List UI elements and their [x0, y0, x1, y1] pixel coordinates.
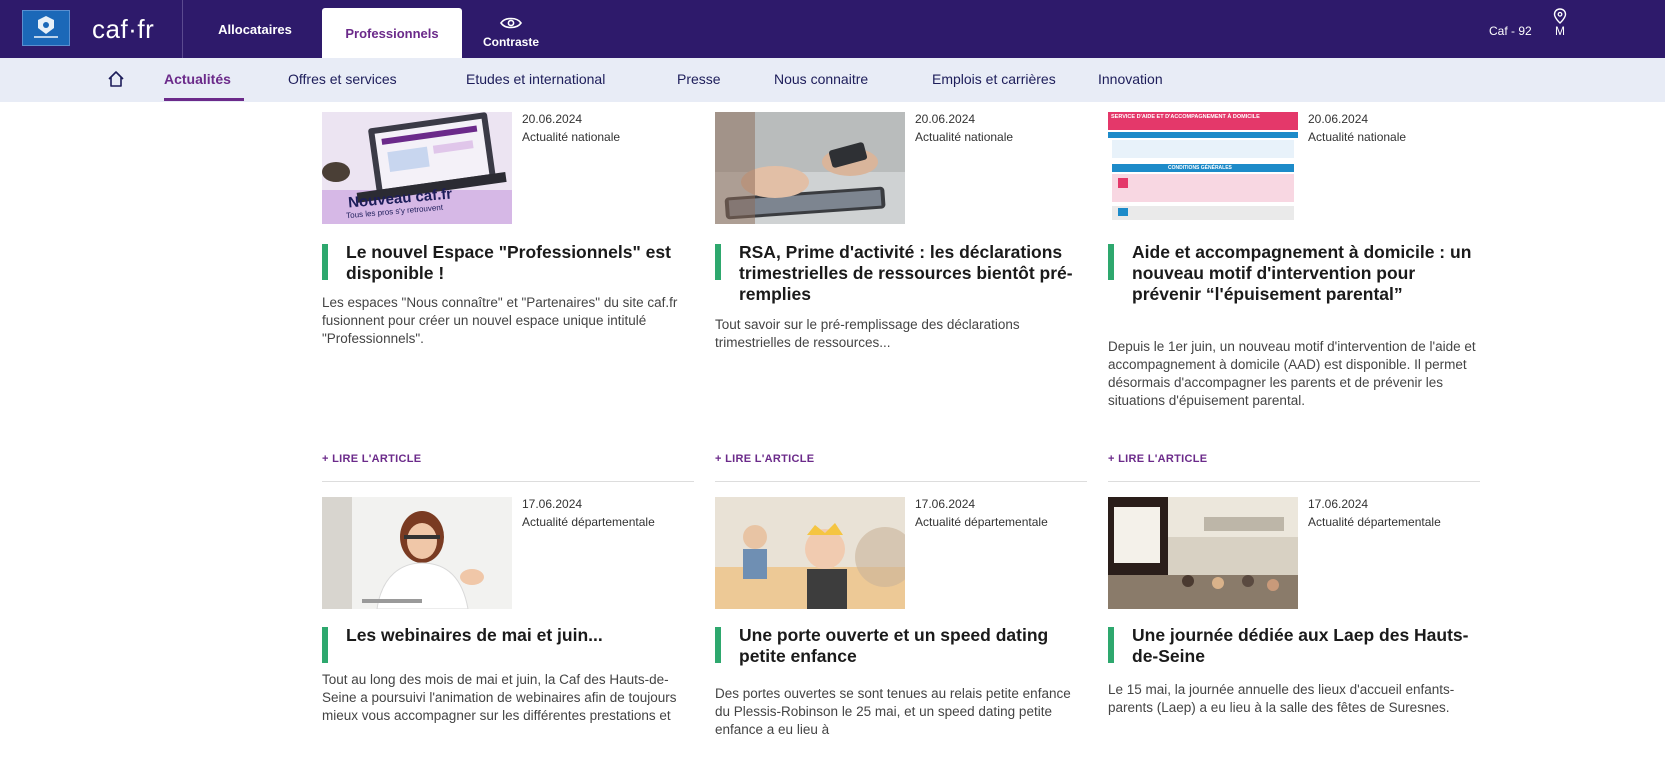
infographic-subtitle: CONDITIONS GÉNÉRALES [1168, 165, 1232, 171]
read-article-link[interactable]: + LIRE L'ARTICLE [1108, 453, 1207, 465]
article-card: SERVICE D'AIDE ET D'ACCOMPAGNEMENT À DOM… [1108, 112, 1480, 472]
article-category: Actualité départementale [522, 515, 655, 529]
nav-offres-services[interactable]: Offres et services [288, 71, 397, 87]
location-pin-icon [1553, 8, 1567, 24]
nav-presse[interactable]: Presse [677, 71, 721, 87]
article-date: 20.06.2024 [1308, 112, 1369, 126]
eye-icon [500, 17, 522, 28]
article-category: Actualité départementale [1308, 515, 1441, 529]
article-title[interactable]: Aide et accompagnement à domicile : un n… [1108, 242, 1480, 305]
tab-professionnels[interactable]: Professionnels [322, 8, 462, 58]
article-description: Le 15 mai, la journée annuelle des lieux… [1108, 682, 1455, 715]
article-card: 17.06.2024 Actualité départementale Une … [1108, 497, 1480, 781]
article-title[interactable]: Les webinaires de mai et juin... [322, 625, 694, 663]
article-card: Nouveau caf.fr Tous les pros s'y retrouv… [322, 112, 694, 472]
article-card: 20.06.2024 Actualité nationale RSA, Prim… [715, 112, 1087, 472]
article-category: Actualité nationale [522, 130, 621, 144]
article-date: 17.06.2024 [522, 497, 583, 511]
row-separator [1108, 481, 1480, 482]
read-article-link[interactable]: + LIRE L'ARTICLE [322, 453, 421, 465]
republique-francaise-logo[interactable] [22, 10, 70, 46]
article-description: Tout au long des mois de mai et juin, la… [322, 672, 677, 723]
woman-headset-image [322, 497, 512, 609]
article-date: 20.06.2024 [522, 112, 583, 126]
menu-label-truncated[interactable]: M [1555, 24, 1565, 38]
article-title[interactable]: Une journée dédiée aux Laep des Hauts-de… [1108, 625, 1480, 667]
event-hall-image [1108, 497, 1298, 609]
article-thumbnail[interactable] [715, 497, 905, 609]
contrast-button[interactable]: Contraste [466, 8, 556, 56]
article-card: 17.06.2024 Actualité départementale Les … [322, 497, 694, 781]
article-date: 17.06.2024 [1308, 497, 1369, 511]
article-title[interactable]: RSA, Prime d'activité : les déclarations… [715, 242, 1087, 305]
row-separator [715, 481, 1087, 482]
logo-emblem-icon [28, 14, 64, 42]
caf-location-label: Caf - 92 [1489, 24, 1532, 38]
hands-phone-tablet-image [715, 112, 905, 224]
article-thumbnail[interactable]: Nouveau caf.fr Tous les pros s'y retrouv… [322, 112, 512, 224]
article-category: Actualité départementale [915, 515, 1048, 529]
article-description: Depuis le 1er juin, un nouveau motif d'i… [1108, 339, 1476, 408]
children-playing-image [715, 497, 905, 609]
article-description: Des portes ouvertes se sont tenues au re… [715, 686, 1071, 737]
infographic-title: SERVICE D'AIDE ET D'ACCOMPAGNEMENT À DOM… [1111, 114, 1260, 120]
article-date: 17.06.2024 [915, 497, 976, 511]
article-thumbnail[interactable]: SERVICE D'AIDE ET D'ACCOMPAGNEMENT À DOM… [1108, 112, 1298, 224]
contrast-label: Contraste [482, 34, 539, 49]
article-card: 17.06.2024 Actualité départementale Une … [715, 497, 1087, 781]
article-description: Tout savoir sur le pré-remplissage des d… [715, 317, 1020, 350]
article-thumbnail[interactable] [715, 112, 905, 224]
article-date: 20.06.2024 [915, 112, 976, 126]
article-thumbnail[interactable] [1108, 497, 1298, 609]
article-category: Actualité nationale [1308, 130, 1407, 144]
read-article-link[interactable]: + LIRE L'ARTICLE [715, 453, 814, 465]
nav-emplois-carrieres[interactable]: Emplois et carrières [932, 71, 1056, 87]
article-category: Actualité nationale [915, 130, 1014, 144]
tab-allocataires[interactable]: Allocataires [196, 0, 314, 58]
nav-actualites[interactable]: Actualités [164, 71, 231, 87]
article-title[interactable]: Le nouvel Espace "Professionnels" est di… [322, 242, 694, 284]
row-separator [322, 481, 694, 482]
article-thumbnail[interactable] [322, 497, 512, 609]
article-title[interactable]: Une porte ouverte et un speed dating pet… [715, 625, 1087, 667]
home-icon[interactable] [107, 70, 125, 88]
site-name[interactable]: caf·fr [92, 14, 154, 45]
nav-innovation[interactable]: Innovation [1098, 71, 1163, 87]
nav-etudes-international[interactable]: Etudes et international [466, 71, 605, 87]
top-divider [182, 0, 183, 58]
article-description: Les espaces "Nous connaître" et "Partena… [322, 295, 678, 346]
nav-nous-connaitre[interactable]: Nous connaitre [774, 71, 868, 87]
nav-active-indicator [164, 98, 244, 101]
